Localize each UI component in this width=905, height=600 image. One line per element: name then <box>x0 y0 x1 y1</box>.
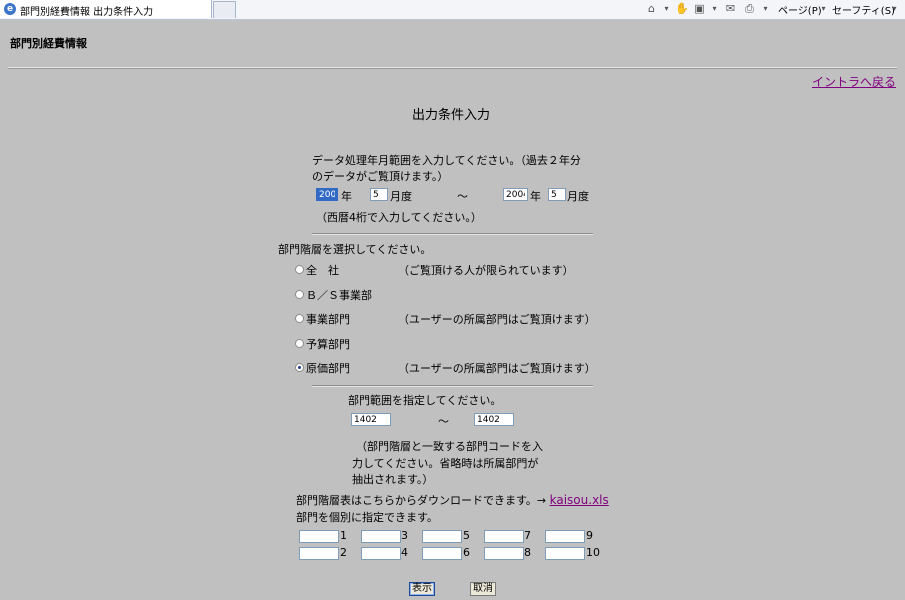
dept-to-code-input[interactable] <box>474 413 514 426</box>
home-icon[interactable]: ⌂ <box>645 2 658 15</box>
dept-field-number: 1 <box>340 529 347 542</box>
home-dropdown-icon[interactable]: ▾ <box>660 2 673 15</box>
print-icon[interactable]: ⎙ <box>743 2 756 15</box>
dept-field-7[interactable] <box>484 530 524 543</box>
header-divider <box>8 67 897 69</box>
dept-field-number: 6 <box>463 546 470 559</box>
safety-menu[interactable]: セーフティ(S) <box>832 2 895 17</box>
section-divider <box>312 233 593 235</box>
date-instruction-line1: データ処理年月範囲を入力してください。（過去２年分 <box>312 154 581 167</box>
date-range-separator: ～ <box>457 190 468 203</box>
date-instruction-line2: のデータがご覧頂けます。） <box>312 170 449 183</box>
dept-field-3[interactable] <box>361 530 401 543</box>
dept-field-number: 2 <box>340 546 347 559</box>
radio-all-company[interactable] <box>295 265 304 274</box>
option-note-business-dept: （ユーザーの所属部門はご覧頂けます） <box>398 313 596 326</box>
cancel-button[interactable]: 取消 <box>470 582 496 596</box>
browser-toolbar: e 部門別経費情報 出力条件入力 ⌂ ▾ ✋ ▣ ▾ ✉ ⎙ ▾ ページ(P) … <box>0 0 905 20</box>
from-month-label: 月度 <box>390 190 412 203</box>
dept-field-8[interactable] <box>484 547 524 560</box>
from-year-label: 年 <box>341 190 352 203</box>
browser-tab[interactable]: e 部門別経費情報 出力条件入力 <box>0 0 212 18</box>
radio-business-dept[interactable] <box>295 314 304 323</box>
individual-dept-text: 部門を個別に指定できます。 <box>296 511 438 524</box>
section-divider <box>312 385 593 387</box>
page-menu-dropdown-icon[interactable]: ▾ <box>817 2 830 15</box>
radio-bs-division[interactable] <box>295 290 304 299</box>
dept-field-number: 10 <box>586 546 600 559</box>
dept-range-separator: ～ <box>438 415 449 428</box>
safety-menu-dropdown-icon[interactable]: ▾ <box>888 2 901 15</box>
dept-field-9[interactable] <box>545 530 585 543</box>
date-format-note: （西暦4桁で入力してください。） <box>316 211 482 224</box>
dept-field-5[interactable] <box>422 530 462 543</box>
range-note-line1: （部門階層と一致する部門コードを入 <box>356 440 543 453</box>
dept-field-1[interactable] <box>299 530 339 543</box>
page-title: 出力条件入力 <box>412 108 491 123</box>
back-to-intranet-link[interactable]: イントラへ戻る <box>812 73 896 90</box>
ie-page-icon: e <box>4 3 16 15</box>
from-year-input[interactable] <box>316 188 338 201</box>
download-row: 部門階層表はこちらからダウンロードできます。→ kaisou.xls <box>296 492 609 508</box>
to-year-input[interactable] <box>503 188 528 201</box>
option-note-cost-dept: （ユーザーの所属部門はご覧頂けます） <box>398 362 596 375</box>
option-label-budget-dept: 予算部門 <box>306 338 350 351</box>
print-dropdown-icon[interactable]: ▾ <box>759 2 772 15</box>
range-prompt: 部門範囲を指定してください。 <box>348 394 502 407</box>
new-tab-button[interactable] <box>213 1 236 18</box>
show-button[interactable]: 表示 <box>409 582 435 596</box>
option-label-business-dept: 事業部門 <box>306 313 350 326</box>
radio-cost-dept[interactable] <box>295 363 304 372</box>
hand-icon[interactable]: ✋ <box>675 2 689 15</box>
range-note-line2: 力してください。省略時は所属部門が <box>352 457 539 470</box>
range-note-line3: 抽出されます。） <box>352 473 434 486</box>
dept-field-number: 3 <box>401 529 408 542</box>
to-month-input[interactable] <box>548 188 566 201</box>
feed-icon[interactable]: ▣ <box>693 2 706 15</box>
to-month-label: 月度 <box>567 190 589 203</box>
dept-field-4[interactable] <box>361 547 401 560</box>
dept-from-code-input[interactable] <box>351 413 391 426</box>
to-year-label: 年 <box>530 190 541 203</box>
tab-title: 部門別経費情報 出力条件入力 <box>20 7 154 18</box>
dept-field-number: 9 <box>586 529 593 542</box>
option-label-bs-division: Ｂ／Ｓ事業部 <box>306 289 372 302</box>
dept-field-10[interactable] <box>545 547 585 560</box>
level-prompt: 部門階層を選択してください。 <box>278 243 432 256</box>
download-text: 部門階層表はこちらからダウンロードできます。→ <box>296 494 547 507</box>
dept-field-number: 7 <box>524 529 531 542</box>
page-menu[interactable]: ページ(P) <box>778 2 822 17</box>
dept-field-2[interactable] <box>299 547 339 560</box>
page-header: 部門別経費情報 <box>10 37 87 50</box>
feed-dropdown-icon[interactable]: ▾ <box>708 2 721 15</box>
mail-icon[interactable]: ✉ <box>724 2 737 15</box>
option-label-all-company: 全 社 <box>306 264 339 277</box>
option-label-cost-dept: 原価部門 <box>306 362 350 375</box>
from-month-input[interactable] <box>370 188 388 201</box>
dept-field-number: 8 <box>524 546 531 559</box>
dept-field-number: 4 <box>401 546 408 559</box>
dept-field-6[interactable] <box>422 547 462 560</box>
radio-budget-dept[interactable] <box>295 339 304 348</box>
download-hierarchy-link[interactable]: kaisou.xls <box>550 493 609 507</box>
dept-field-number: 5 <box>463 529 470 542</box>
option-note-all-company: （ご覧頂ける人が限られています） <box>398 264 574 277</box>
